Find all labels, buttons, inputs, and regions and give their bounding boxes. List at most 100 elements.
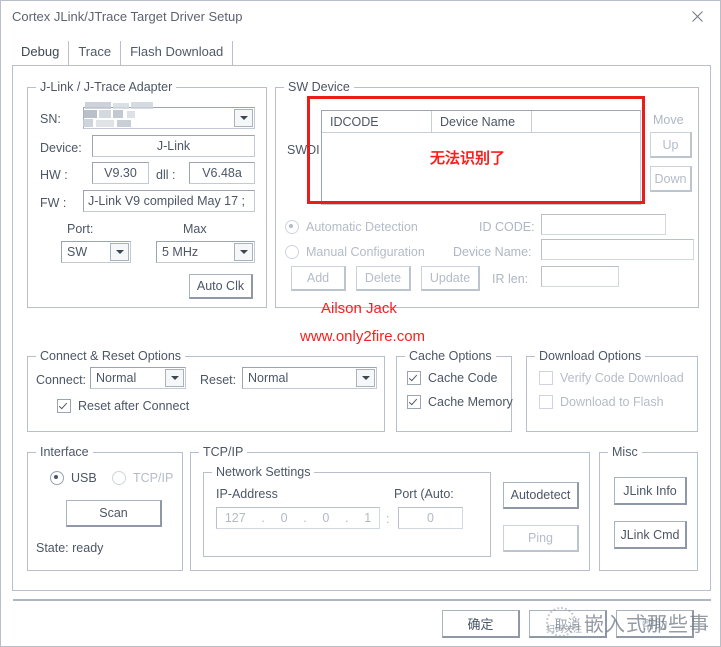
dll-field: V6.48a bbox=[189, 162, 255, 184]
cache-code-label: Cache Code bbox=[428, 371, 498, 385]
sn-label: SN: bbox=[40, 112, 61, 126]
device-value: J-Link bbox=[156, 139, 191, 153]
port-dropdown-button[interactable] bbox=[110, 243, 129, 261]
group-tcpip-label: TCP/IP bbox=[199, 445, 248, 459]
port-label: Port: bbox=[67, 222, 94, 236]
jlink-cmd-button[interactable]: JLink Cmd bbox=[614, 521, 687, 549]
manual-configuration-label: Manual Configuration bbox=[306, 245, 425, 259]
delete-button[interactable]: Delete bbox=[356, 266, 411, 291]
verify-code-download-label: Verify Code Download bbox=[560, 371, 684, 385]
move-label: Move bbox=[653, 113, 684, 127]
manual-configuration-radio[interactable]: Manual Configuration bbox=[285, 245, 425, 259]
jlink-info-button[interactable]: JLink Info bbox=[614, 477, 687, 505]
column-header-device-name[interactable]: Device Name bbox=[432, 111, 532, 132]
column-header-extra[interactable] bbox=[532, 111, 640, 132]
watermark-subtext: 扫码关注 bbox=[546, 624, 583, 634]
sw-device-list-header: IDCODE Device Name bbox=[322, 111, 640, 133]
reset-combo[interactable]: Normal bbox=[242, 367, 377, 389]
ping-button[interactable]: Ping bbox=[503, 525, 579, 552]
port-colon-label: : bbox=[386, 512, 390, 526]
checkbox-indicator bbox=[407, 371, 421, 385]
ip-octet-2: 0 bbox=[280, 511, 288, 525]
ip-address-field[interactable]: 127 . 0 . 0 . 1 bbox=[216, 507, 380, 529]
column-header-idcode[interactable]: IDCODE bbox=[322, 111, 432, 132]
sn-redaction-mask bbox=[83, 102, 165, 128]
interface-tcpip-radio[interactable]: TCP/IP bbox=[112, 471, 173, 485]
group-tcpip: TCP/IP Network Settings IP-Address Port … bbox=[190, 445, 590, 571]
verify-code-download-checkbox[interactable]: Verify Code Download bbox=[539, 371, 684, 385]
device-name-label: Device Name: bbox=[453, 245, 532, 259]
chevron-down-icon bbox=[115, 250, 124, 254]
swdio-label: SWDI bbox=[287, 143, 320, 157]
connect-dropdown-button[interactable] bbox=[165, 369, 184, 387]
cache-code-checkbox[interactable]: Cache Code bbox=[407, 371, 498, 385]
connect-combo[interactable]: Normal bbox=[90, 367, 186, 389]
cache-memory-label: Cache Memory bbox=[428, 395, 513, 409]
group-connect-reset-options: Connect & Reset Options Connect: Normal … bbox=[27, 349, 385, 432]
auto-clk-button[interactable]: Auto Clk bbox=[189, 274, 253, 299]
ip-octet-4: 1 bbox=[364, 511, 372, 525]
automatic-detection-radio[interactable]: Automatic Detection bbox=[285, 220, 418, 234]
update-button[interactable]: Update bbox=[421, 266, 480, 291]
title-bar: Cortex JLink/JTrace Target Driver Setup bbox=[1, 1, 720, 33]
group-network-settings: Network Settings IP-Address Port (Auto: … bbox=[203, 465, 491, 557]
ip-address-label: IP-Address bbox=[216, 487, 278, 501]
close-icon[interactable] bbox=[675, 1, 720, 32]
ok-button[interactable]: 确定 bbox=[442, 610, 520, 638]
footer-divider bbox=[13, 599, 711, 601]
site-annotation: www.only2fire.com bbox=[300, 328, 426, 345]
download-to-flash-label: Download to Flash bbox=[560, 395, 664, 409]
connect-label: Connect: bbox=[36, 373, 87, 387]
chevron-down-icon bbox=[361, 376, 370, 380]
port-value: SW bbox=[67, 245, 88, 259]
max-clock-dropdown-button[interactable] bbox=[234, 243, 253, 261]
move-up-button[interactable]: Up bbox=[650, 132, 692, 158]
device-name-field[interactable] bbox=[541, 239, 694, 260]
interface-usb-radio[interactable]: USB bbox=[50, 471, 97, 485]
device-label: Device: bbox=[40, 141, 82, 155]
port-combo[interactable]: SW bbox=[61, 241, 131, 263]
group-sw-device: SW Device SWDI IDCODE Device Name Move U… bbox=[275, 80, 699, 308]
tab-debug[interactable]: Debug bbox=[12, 41, 70, 65]
automatic-detection-label: Automatic Detection bbox=[306, 220, 418, 234]
author-annotation: Ailson Jack bbox=[321, 300, 397, 317]
radio-indicator bbox=[285, 220, 299, 234]
radio-indicator bbox=[112, 471, 126, 485]
max-clock-combo[interactable]: 5 MHz bbox=[156, 241, 255, 263]
group-sw-device-label: SW Device bbox=[284, 80, 354, 94]
reset-after-connect-checkbox[interactable]: Reset after Connect bbox=[57, 399, 189, 413]
group-cache-options: Cache Options Cache Code Cache Memory bbox=[396, 349, 513, 432]
move-down-button[interactable]: Down bbox=[650, 166, 692, 192]
dll-value: V6.48a bbox=[202, 166, 242, 180]
autodetect-button[interactable]: Autodetect bbox=[503, 482, 579, 509]
ir-len-field[interactable] bbox=[541, 266, 619, 287]
tab-flash-download[interactable]: Flash Download bbox=[121, 41, 234, 65]
window-title: Cortex JLink/JTrace Target Driver Setup bbox=[12, 9, 243, 24]
download-to-flash-checkbox[interactable]: Download to Flash bbox=[539, 395, 664, 409]
ip-octet-1: 127 bbox=[224, 511, 246, 525]
fw-field: J-Link V9 compiled May 17 ; bbox=[83, 190, 255, 212]
hw-value: V9.30 bbox=[104, 166, 137, 180]
chevron-down-icon bbox=[170, 376, 179, 380]
checkbox-indicator bbox=[539, 371, 553, 385]
scan-button[interactable]: Scan bbox=[66, 500, 162, 527]
reset-dropdown-button[interactable] bbox=[356, 369, 375, 387]
sn-dropdown-button[interactable] bbox=[234, 109, 253, 127]
group-jlink-adapter: J-Link / J-Trace Adapter SN: Device: J-L… bbox=[27, 80, 267, 308]
interface-tcpip-label: TCP/IP bbox=[133, 471, 174, 485]
max-clock-value: 5 MHz bbox=[162, 245, 199, 259]
checkbox-indicator bbox=[539, 395, 553, 409]
cache-memory-checkbox[interactable]: Cache Memory bbox=[407, 395, 513, 409]
group-jlink-adapter-label: J-Link / J-Trace Adapter bbox=[36, 80, 177, 94]
group-misc: Misc JLink Info JLink Cmd bbox=[599, 445, 698, 571]
radio-indicator bbox=[285, 245, 299, 259]
tcpip-port-field[interactable]: 0 bbox=[398, 507, 463, 529]
group-misc-label: Misc bbox=[608, 445, 642, 459]
hw-field: V9.30 bbox=[92, 162, 149, 184]
group-download-options: Download Options Verify Code Download Do… bbox=[526, 349, 698, 432]
add-button[interactable]: Add bbox=[291, 266, 346, 291]
group-cache-options-label: Cache Options bbox=[405, 349, 496, 363]
connect-value: Normal bbox=[96, 371, 137, 385]
tab-trace[interactable]: Trace bbox=[69, 41, 122, 65]
id-code-field[interactable] bbox=[541, 214, 666, 235]
